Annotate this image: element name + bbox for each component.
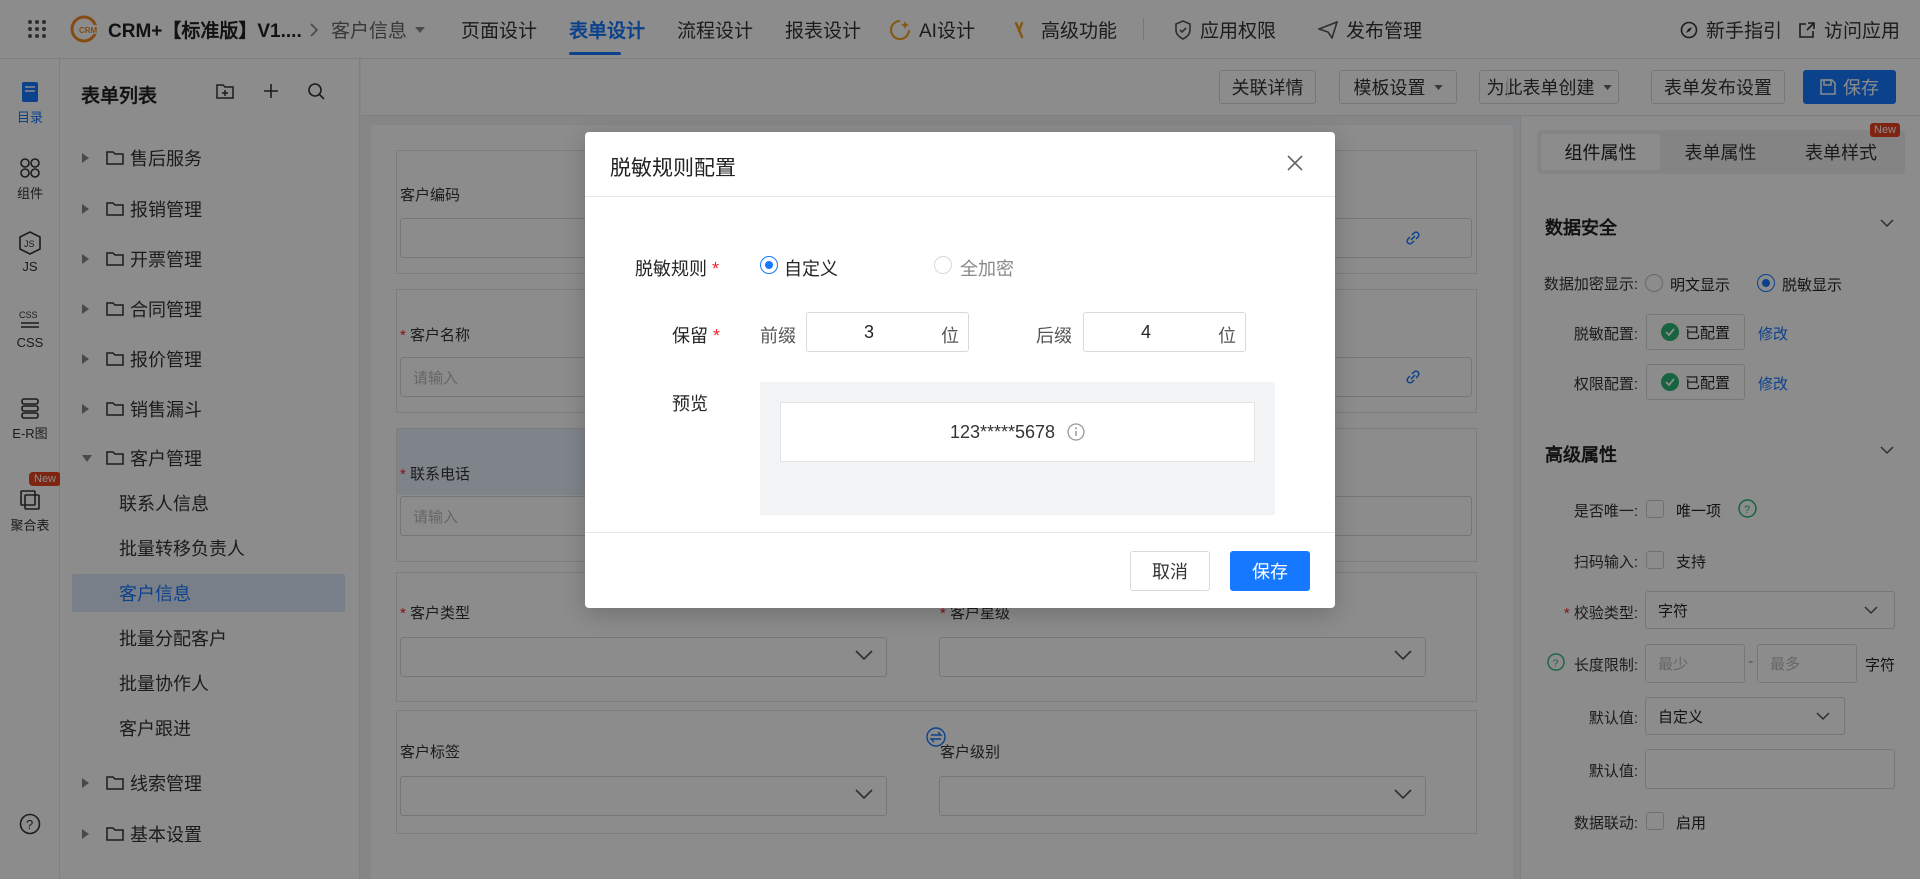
info-icon[interactable]: [1067, 423, 1085, 441]
preview-area: 123*****5678: [760, 382, 1275, 515]
cancel-button[interactable]: 取消: [1130, 551, 1210, 591]
suffix-unit: 位: [1218, 326, 1236, 346]
dialog-divider: [585, 196, 1335, 197]
preview-label: 预览: [672, 394, 708, 414]
rule-label-text: 脱敏规则: [635, 259, 707, 279]
suffix-label: 后缀: [1036, 326, 1072, 346]
save-button[interactable]: 保存: [1230, 551, 1310, 591]
rule-label: 脱敏规则 *: [635, 259, 720, 279]
desensitize-rule-dialog: 脱敏规则配置 脱敏规则 * 自定义 全加密 保留 * 前缀 3 位 后缀 4 位…: [585, 132, 1335, 608]
radio-custom[interactable]: [760, 256, 778, 274]
close-icon[interactable]: [1286, 154, 1304, 172]
keep-label-text: 保留: [672, 326, 708, 346]
radio-full-encrypt-label: 全加密: [960, 259, 1014, 279]
suffix-value: 4: [1140, 322, 1151, 342]
preview-value: 123*****5678: [949, 421, 1056, 442]
suffix-input[interactable]: 4 位: [1083, 312, 1246, 352]
preview-box: 123*****5678: [780, 402, 1255, 462]
radio-custom-label: 自定义: [784, 259, 838, 279]
keep-label: 保留 *: [672, 326, 721, 346]
dialog-title: 脱敏规则配置: [610, 157, 736, 180]
prefix-value: 3: [863, 322, 874, 342]
radio-full-encrypt[interactable]: [934, 256, 952, 274]
prefix-label: 前缀: [760, 326, 796, 346]
prefix-unit: 位: [941, 326, 959, 346]
prefix-input[interactable]: 3 位: [806, 312, 969, 352]
dialog-footer-divider: [585, 532, 1335, 533]
